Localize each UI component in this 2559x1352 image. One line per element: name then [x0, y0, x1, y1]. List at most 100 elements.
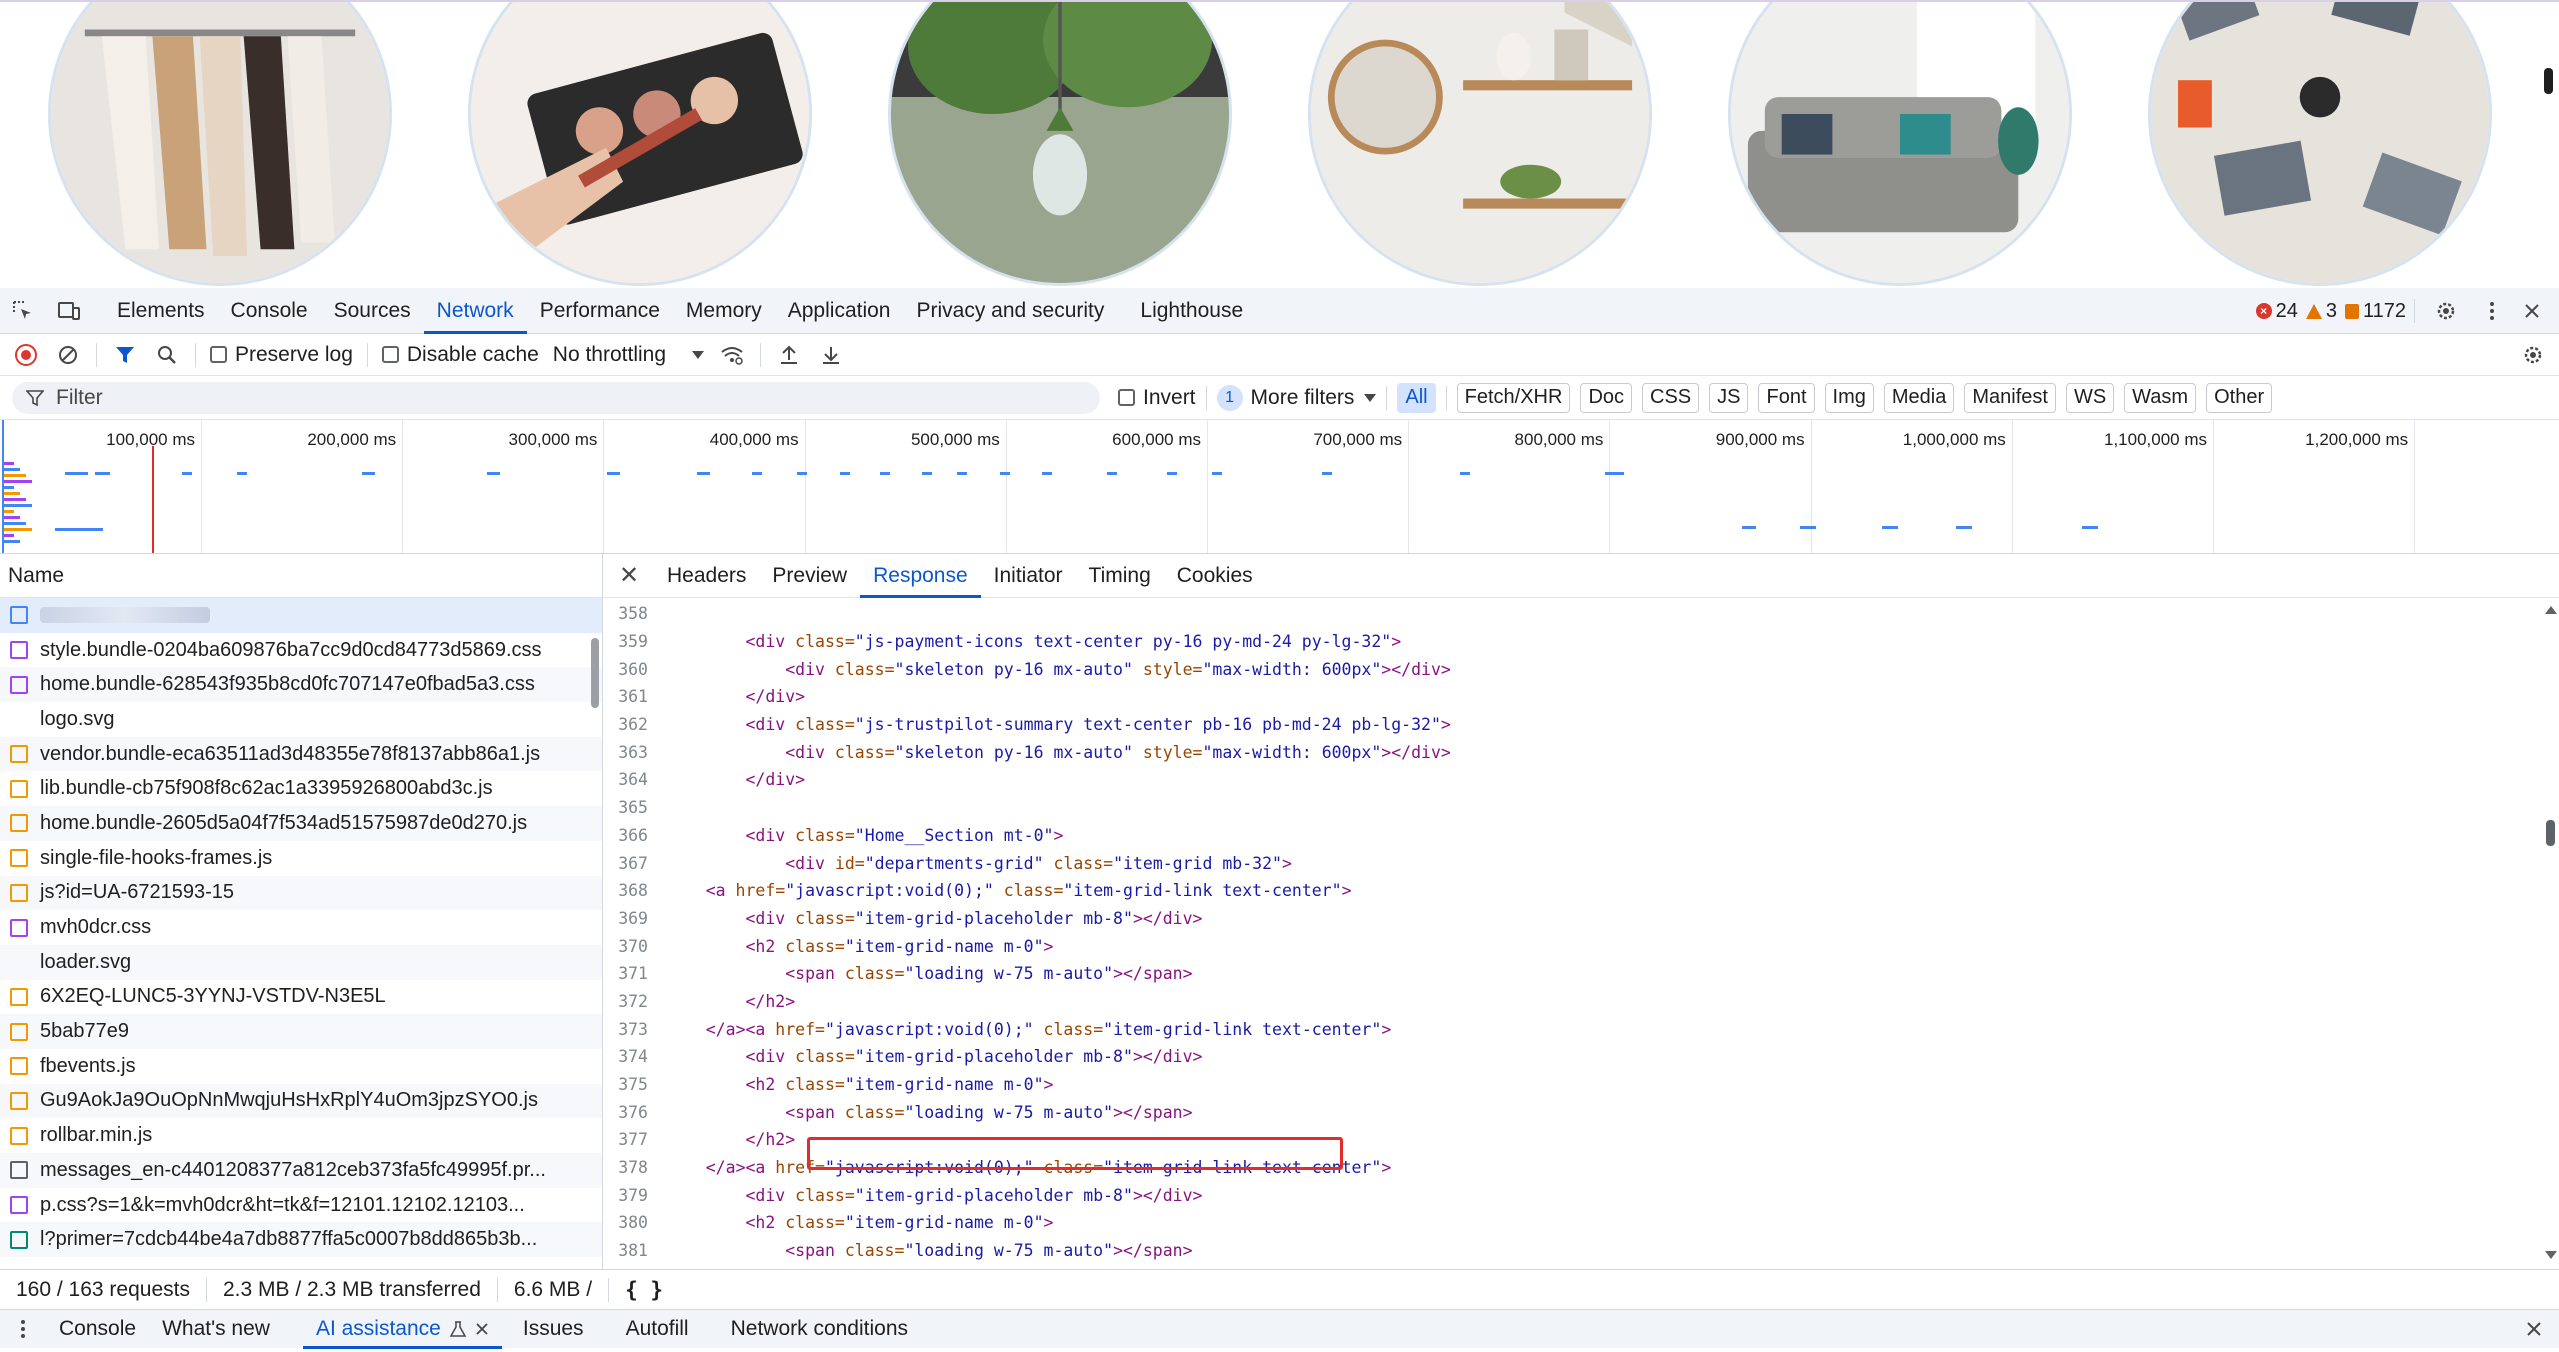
tab-initiator[interactable]: Initiator: [981, 554, 1076, 598]
request-row[interactable]: [0, 598, 602, 633]
filter-type-manifest[interactable]: Manifest: [1964, 382, 2056, 413]
request-list-scrollbar[interactable]: [588, 598, 602, 1269]
filter-type-media[interactable]: Media: [1883, 382, 1955, 413]
drawer-tab-issues[interactable]: Issues: [510, 1310, 597, 1349]
more-filters-dropdown[interactable]: 1 More filters: [1216, 384, 1377, 411]
request-row[interactable]: fbevents.js: [0, 1049, 602, 1084]
error-count-badge[interactable]: × 24: [2255, 300, 2298, 323]
tab-performance[interactable]: Performance: [527, 288, 673, 334]
request-row[interactable]: 5bab77e9: [0, 1014, 602, 1049]
warning-count-badge[interactable]: 3: [2305, 300, 2337, 323]
code-text: <h2 class="item-grid-name m-0">: [745, 936, 1054, 956]
tab-application[interactable]: Application: [775, 288, 904, 334]
tab-lighthouse[interactable]: Lighthouse: [1127, 288, 1256, 334]
filter-type-all[interactable]: All: [1397, 382, 1436, 413]
code-line: 359 <div class="js-payment-icons text-ce…: [604, 628, 2539, 656]
throttling-select[interactable]: No throttling: [553, 343, 705, 367]
filter-type-ws[interactable]: WS: [2065, 382, 2115, 413]
request-row[interactable]: rollbar.min.js: [0, 1118, 602, 1153]
tab-preview[interactable]: Preview: [759, 554, 860, 598]
tab-network[interactable]: Network: [423, 288, 527, 334]
tab-timing[interactable]: Timing: [1076, 554, 1164, 598]
inspect-element-icon[interactable]: [0, 288, 46, 334]
network-overview-timeline[interactable]: 100,000 ms 200,000 ms 300,000 ms 400,000 ms…: [0, 420, 2559, 554]
request-row[interactable]: l?primer=7cdcb44be4a7db8877ffa5c0007b8dd…: [0, 1222, 602, 1258]
scroll-up-arrow-icon[interactable]: [2545, 606, 2557, 614]
filter-type-css[interactable]: CSS: [1642, 382, 1700, 413]
clear-icon[interactable]: [54, 341, 82, 369]
drawer-tab-network-conditions[interactable]: Network conditions: [718, 1310, 921, 1349]
request-row[interactable]: single-file-hooks-frames.js: [0, 841, 602, 876]
category-image-clothing[interactable]: [48, 2, 392, 286]
tab-memory[interactable]: Memory: [673, 288, 775, 334]
close-detail-icon[interactable]: ✕: [604, 561, 654, 590]
request-row[interactable]: mvh0dcr.css: [0, 910, 602, 945]
close-drawer-icon[interactable]: [2511, 1306, 2557, 1352]
drawer-tab-autofill[interactable]: Autofill: [613, 1310, 702, 1349]
network-toolbar: Preserve log Disable cache No throttling: [0, 334, 2559, 376]
category-image-plants[interactable]: [888, 2, 1232, 286]
filter-type-font[interactable]: Font: [1758, 382, 1815, 413]
drawer-tab-ai-assistance[interactable]: AI assistance: [302, 1310, 502, 1349]
network-settings-gear-icon[interactable]: [2519, 341, 2547, 369]
close-devtools-icon[interactable]: [2515, 288, 2549, 334]
request-row[interactable]: logo.svg: [0, 702, 602, 737]
request-row[interactable]: loader.svg: [0, 944, 602, 980]
code-line: 363 <div class="skeleton py-16 mx-auto" …: [604, 738, 2539, 766]
filter-type-fetch-xhr[interactable]: Fetch/XHR: [1456, 382, 1571, 413]
pretty-print-button[interactable]: { }: [609, 1278, 679, 1302]
filter-type-img[interactable]: Img: [1824, 382, 1874, 413]
request-row[interactable]: home.bundle-2605d5a04f7f534ad51575987de0…: [0, 806, 602, 841]
tab-cookies[interactable]: Cookies: [1164, 554, 1266, 598]
issues-count-badge[interactable]: 1172: [2344, 300, 2406, 323]
filter-type-other[interactable]: Other: [2206, 382, 2273, 413]
tab-sources[interactable]: Sources: [321, 288, 424, 334]
close-tab-icon[interactable]: [475, 1322, 489, 1336]
request-row[interactable]: Gu9AokJa9OuOpNnMwqjuHsHxRplY4uOm3jpzSYO0…: [0, 1083, 602, 1119]
record-stop-button[interactable]: [12, 341, 40, 369]
tab-console[interactable]: Console: [218, 288, 321, 334]
drawer-menu-icon[interactable]: [0, 1319, 46, 1339]
devtools-status-area: × 24 3 1172: [2255, 288, 2549, 334]
request-row[interactable]: p.css?s=1&k=mvh0dcr&ht=tk&f=12101.12102.…: [0, 1188, 602, 1223]
request-row[interactable]: js?id=UA-6721593-15: [0, 875, 602, 911]
search-icon[interactable]: [153, 341, 181, 369]
filter-input[interactable]: Filter: [12, 381, 1100, 414]
request-name: 5bab77e9: [40, 1020, 129, 1043]
scroll-down-arrow-icon[interactable]: [2545, 1251, 2557, 1259]
filter-type-js[interactable]: JS: [1709, 382, 1749, 413]
category-image-shelves[interactable]: [1308, 2, 1652, 286]
response-scrollbar[interactable]: [2541, 600, 2559, 1265]
disable-cache-checkbox[interactable]: Disable cache: [381, 343, 539, 367]
import-har-upload-icon[interactable]: [775, 341, 803, 369]
page-scrollbar[interactable]: [2535, 2, 2559, 288]
settings-gear-icon[interactable]: [2423, 288, 2469, 334]
name-column-header[interactable]: Name: [0, 554, 602, 598]
tab-privacy-and-security[interactable]: Privacy and security: [903, 288, 1117, 334]
request-row[interactable]: home.bundle-628543f935b8cd0fc707147e0fba…: [0, 667, 602, 703]
tab-headers[interactable]: Headers: [654, 554, 759, 598]
request-row[interactable]: lib.bundle-cb75f908f8c62ac1a3395926800ab…: [0, 771, 602, 806]
more-options-icon[interactable]: [2477, 288, 2507, 334]
request-row[interactable]: style.bundle-0204ba609876ba7cc9d0cd84773…: [0, 633, 602, 668]
drawer-tab-console[interactable]: Console: [46, 1310, 149, 1349]
filter-funnel-icon[interactable]: [111, 341, 139, 369]
filter-type-wasm[interactable]: Wasm: [2124, 382, 2197, 413]
device-toolbar-icon[interactable]: [46, 288, 92, 334]
request-row[interactable]: messages_en-c4401208377a812ceb373fa5fc49…: [0, 1153, 602, 1188]
request-row[interactable]: vendor.bundle-eca63511ad3d48355e78f8137a…: [0, 736, 602, 772]
category-image-makeup[interactable]: [468, 2, 812, 286]
network-conditions-wifi-icon[interactable]: [718, 341, 746, 369]
preserve-log-checkbox[interactable]: Preserve log: [210, 343, 353, 367]
tab-response[interactable]: Response: [860, 554, 981, 598]
invert-checkbox[interactable]: Invert: [1118, 386, 1196, 410]
tab-elements[interactable]: Elements: [104, 288, 218, 334]
category-image-workspace[interactable]: [2148, 2, 2492, 286]
filter-type-doc[interactable]: Doc: [1580, 382, 1633, 413]
timeline-request-bar: [4, 540, 20, 543]
export-har-download-icon[interactable]: [817, 341, 845, 369]
drawer-tab-whats-new[interactable]: What's new: [149, 1310, 283, 1349]
request-row[interactable]: 6X2EQ-LUNC5-3YYNJ-VSTDV-N3E5L: [0, 980, 602, 1015]
category-image-sofa[interactable]: [1728, 2, 2072, 286]
timeline-grid-line: [402, 420, 404, 553]
